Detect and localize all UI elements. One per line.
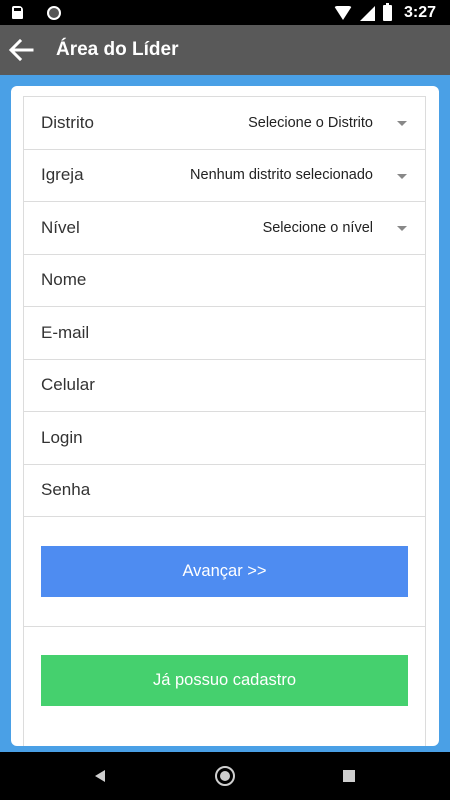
field-label: Nível [41, 217, 80, 237]
select-value: Selecione o nível [262, 219, 373, 236]
login-input[interactable] [144, 422, 415, 454]
dropdown-arrow-icon [397, 226, 407, 231]
battery-charging-icon [382, 3, 392, 21]
field-label: Celular [41, 375, 95, 395]
secondary-button-area: Já possuo cadastro [24, 626, 425, 736]
status-time: 3:27 [403, 4, 436, 21]
field-label: Nome [41, 270, 87, 290]
dropdown-arrow-icon [397, 121, 407, 126]
email-row: E-mail [24, 306, 425, 359]
dropdown-arrow-icon [397, 173, 407, 179]
select-value: Selecione o Distrito [248, 114, 373, 131]
wifi-icon [333, 6, 352, 20]
sync-icon [47, 6, 61, 20]
church-select[interactable]: Igreja Nenhum distrito selecionado [24, 148, 425, 202]
page-title: Área do Líder [56, 39, 179, 60]
phone-input[interactable] [144, 370, 415, 402]
registration-form: Distrito Selecione o Distrito Igreja Nen… [23, 96, 426, 746]
status-bar: 3:27 [0, 0, 450, 25]
login-row: Login [24, 411, 425, 464]
app-toolbar: Área do Líder [0, 25, 450, 75]
primary-button-area: Avançar >> [24, 516, 425, 626]
recents-square-icon[interactable] [343, 770, 355, 782]
next-button[interactable]: Avançar >> [41, 546, 408, 597]
password-row: Senha [24, 463, 425, 517]
signal-icon [359, 5, 375, 21]
back-triangle-icon[interactable] [95, 770, 105, 782]
field-label: Senha [41, 480, 91, 500]
field-label: Distrito [41, 112, 94, 132]
arrow-left-icon [8, 38, 34, 62]
already-registered-button[interactable]: Já possuo cadastro [41, 655, 408, 706]
phone-row: Celular [24, 358, 425, 412]
email-input[interactable] [144, 317, 415, 349]
field-label: Igreja [41, 165, 84, 185]
password-input[interactable] [144, 475, 415, 507]
registration-card: Distrito Selecione o Distrito Igreja Nen… [11, 86, 439, 746]
level-select[interactable]: Nível Selecione o nível [24, 201, 425, 254]
home-circle-icon[interactable] [215, 766, 235, 786]
name-row: Nome [24, 253, 425, 307]
field-label: Login [41, 427, 83, 447]
sd-card-icon [12, 6, 23, 19]
district-select[interactable]: Distrito Selecione o Distrito [24, 96, 425, 149]
system-nav-bar [0, 752, 450, 800]
select-value: Nenhum distrito selecionado [190, 167, 373, 184]
name-input[interactable] [144, 265, 415, 297]
back-button[interactable] [4, 25, 48, 75]
field-label: E-mail [41, 322, 90, 342]
